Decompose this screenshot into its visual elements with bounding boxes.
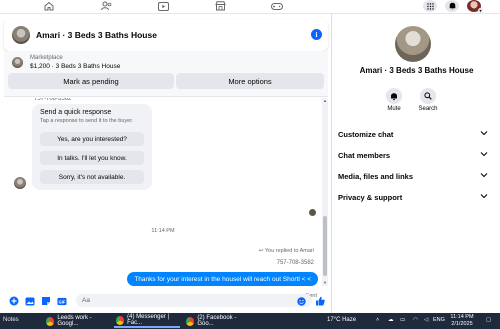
quick-response-option[interactable]: Yes, are you interested? [40, 132, 144, 146]
quick-response-option[interactable]: Sorry, it's not available. [40, 170, 144, 184]
bell-icon[interactable] [386, 88, 402, 104]
replied-to-label: ↩ You replied to Amari [259, 248, 314, 254]
section-label: Privacy & support [338, 192, 403, 202]
listing-price-title[interactable]: $1,200 · 3 Beds 3 Baths House [30, 63, 120, 70]
gif-icon[interactable]: GIF [57, 296, 67, 306]
photo-icon[interactable] [25, 296, 35, 306]
taskbar-window[interactable]: Leeds work - Googl... [44, 314, 110, 328]
svg-text:GIF: GIF [59, 299, 66, 304]
clock-date: 2/1/2025 [451, 321, 473, 327]
info-icon[interactable]: i [311, 29, 322, 40]
top-nav: ▾ [0, 0, 500, 14]
seen-avatar [309, 209, 316, 216]
video-icon[interactable] [156, 0, 170, 12]
chevron-down-icon [480, 131, 488, 136]
taskbar-window-label: (2) Facebook - Goo... [197, 315, 237, 327]
chrome-icon [186, 316, 195, 326]
more-options-button[interactable]: More options [176, 73, 324, 89]
emoji-icon[interactable] [296, 296, 306, 306]
chat-pane: Amari · 3 Beds 3 Baths House i Marketpla… [0, 14, 332, 313]
search-icon[interactable] [420, 88, 436, 104]
weather-widget[interactable]: 17°C Haze [327, 317, 356, 323]
mark-as-pending-button[interactable]: Mark as pending [8, 73, 174, 89]
listing-thumbnail[interactable] [12, 26, 30, 44]
volume-icon[interactable]: ◁ [424, 317, 428, 323]
quick-response-title: Send a quick response [40, 109, 112, 116]
message-input[interactable]: Aa [76, 294, 312, 307]
taskbar-window[interactable]: (2) Facebook - Goo... [184, 314, 250, 328]
replied-phone-text: 757-708-3582 [276, 260, 314, 266]
marketplace-label: Marketplace [30, 55, 63, 61]
quick-response-card: Send a quick response Tap a response to … [32, 104, 152, 190]
menu-grid-icon[interactable] [423, 0, 437, 12]
search-label: Search [418, 106, 438, 112]
tray-chevron-icon[interactable]: ˄ [376, 317, 379, 323]
replied-to-text: You replied to Amari [264, 248, 314, 254]
sender-avatar [14, 177, 26, 189]
chat-header: Amari · 3 Beds 3 Baths House i [4, 19, 328, 51]
quick-response-option[interactable]: In talks. I'll let you know. [40, 151, 144, 165]
gaming-icon[interactable] [270, 0, 284, 12]
section-label: Media, files and links [338, 171, 414, 181]
taskbar-window-label: (4) Messenger | Fac... [127, 314, 170, 326]
privacy-support-section[interactable]: Privacy & support [338, 187, 490, 207]
cloud-icon[interactable]: ☁ [388, 317, 394, 323]
marketplace-icon[interactable] [213, 0, 227, 12]
mute-label: Mute [387, 106, 401, 112]
listing-profile-photo[interactable] [395, 26, 431, 62]
notifications-icon[interactable] [445, 0, 459, 12]
media-files-links-section[interactable]: Media, files and links [338, 166, 490, 186]
listing-thumbnail-small[interactable] [12, 57, 23, 68]
chevron-down-icon [480, 173, 488, 178]
wifi-icon[interactable]: ◠ [413, 317, 418, 323]
friends-icon[interactable] [99, 0, 113, 12]
scroll-up-arrow-icon[interactable]: ▲ [322, 98, 328, 104]
scroll-thumb[interactable] [323, 216, 327, 276]
section-label: Chat members [338, 150, 391, 160]
notification-center-icon[interactable]: ▢ [486, 317, 491, 323]
section-label: Customize chat [338, 129, 394, 139]
outgoing-message-bubble[interactable]: Thanks for your interest in the housel w… [127, 272, 318, 286]
scroll-down-arrow-icon[interactable]: ▼ [322, 280, 328, 286]
system-clock[interactable]: 11:14 PM 2/1/2025 [444, 314, 480, 328]
chat-members-section[interactable]: Chat members [338, 145, 490, 165]
taskbar-window-active[interactable]: (4) Messenger | Fac... [114, 314, 180, 328]
add-icon[interactable] [9, 296, 19, 306]
like-icon[interactable] [315, 296, 325, 306]
customize-chat-section[interactable]: Customize chat [338, 124, 490, 144]
message-scrollbar[interactable]: ▲ ▼ [322, 98, 328, 286]
chrome-icon [116, 315, 125, 325]
composer: GIF Aa [0, 290, 332, 312]
taskbar-notes[interactable]: Notes [3, 317, 19, 323]
chat-title[interactable]: Amari · 3 Beds 3 Baths House [36, 30, 157, 40]
conversation-info-pane: Amari · 3 Beds 3 Baths House Mute Search… [333, 14, 500, 313]
chevron-down-icon [480, 194, 488, 199]
mute-action[interactable]: Mute [379, 88, 409, 112]
screen: ▾ Amari · 3 Beds 3 Baths House i Marketp… [0, 0, 500, 329]
chrome-icon [46, 316, 55, 326]
message-input-placeholder: Aa [82, 297, 90, 304]
chevron-down-icon [480, 152, 488, 157]
os-taskbar: Notes Leeds work - Googl... (4) Messenge… [0, 313, 500, 329]
battery-icon[interactable]: ▭ [400, 317, 405, 323]
search-action[interactable]: Search [413, 88, 443, 112]
marketplace-bar: Marketplace $1,200 · 3 Beds 3 Baths Hous… [4, 51, 328, 97]
message-list: 757-708-3582 Send a quick response Tap a… [4, 98, 322, 286]
sticker-icon[interactable] [41, 296, 51, 306]
home-icon[interactable] [42, 0, 56, 12]
message-timestamp: 11:14 PM [151, 228, 175, 234]
clock-time: 11:14 PM [450, 314, 474, 320]
info-pane-name: Amari · 3 Beds 3 Baths House [359, 66, 474, 75]
account-chevron-icon[interactable]: ▾ [478, 8, 483, 13]
partial-phone-text: 757-708-3582 [34, 98, 72, 102]
quick-response-subtitle: Tap a response to send it to the buyer. [40, 118, 134, 124]
taskbar-window-label: Leeds work - Googl... [57, 315, 92, 327]
